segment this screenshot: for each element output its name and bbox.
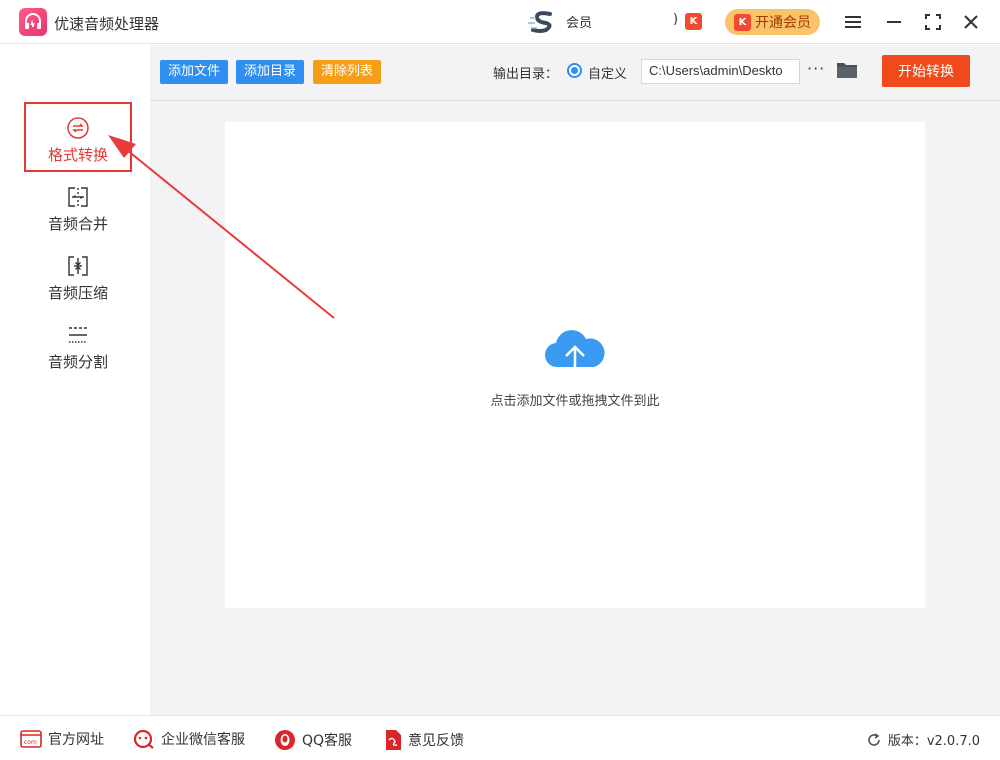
footer: com 官方网址 企业微信客服 QQ客服 意见反馈 版本：v2.0.7.0 bbox=[0, 715, 1000, 760]
add-folder-button[interactable]: 添加目录 bbox=[236, 60, 305, 84]
open-vip-label: 开通会员 bbox=[755, 15, 811, 31]
wechat-icon bbox=[133, 729, 154, 749]
feedback-link[interactable]: 意见反馈 bbox=[384, 729, 464, 751]
wechat-service-link[interactable]: 企业微信客服 bbox=[133, 729, 245, 749]
title-bar: 优速音频处理器 会员 ) K K 开通会员 bbox=[0, 0, 1000, 44]
custom-dir-label[interactable]: 自定义 bbox=[588, 63, 627, 82]
sidebar-item-audio-split[interactable]: 音频分割 bbox=[24, 323, 132, 393]
qq-icon bbox=[275, 730, 295, 750]
add-file-button[interactable]: 添加文件 bbox=[160, 60, 229, 84]
maximize-icon[interactable] bbox=[921, 10, 945, 34]
app-logo-icon bbox=[19, 8, 47, 36]
open-folder-icon[interactable] bbox=[836, 61, 858, 83]
toolbar: 添加文件 添加目录 清除列表 输出目录： 自定义 C:\Users\admin\… bbox=[150, 45, 1000, 101]
open-vip-button[interactable]: K 开通会员 bbox=[725, 9, 820, 35]
output-path-input[interactable]: C:\Users\admin\Deskto bbox=[641, 59, 800, 84]
refresh-icon bbox=[868, 732, 880, 746]
close-icon[interactable] bbox=[959, 10, 983, 34]
output-dir-label: 输出目录： bbox=[493, 67, 559, 82]
minimize-icon[interactable] bbox=[882, 10, 906, 34]
website-icon: com bbox=[20, 730, 42, 748]
sidebar-item-label: 音频分割 bbox=[47, 353, 108, 371]
clear-list-button[interactable]: 清除列表 bbox=[313, 60, 382, 84]
browse-more-button[interactable]: ··· bbox=[807, 59, 825, 78]
menu-icon[interactable] bbox=[841, 10, 865, 34]
cloud-upload-icon bbox=[544, 327, 606, 385]
promo-text[interactable]: 会员 bbox=[566, 12, 594, 31]
app-title: 优速音频处理器 bbox=[54, 15, 160, 33]
wechat-service-label: 企业微信客服 bbox=[161, 732, 245, 748]
drop-hint-text: 点击添加文件或拖拽文件到此 bbox=[490, 394, 660, 409]
promo-suffix: ) bbox=[673, 12, 679, 27]
custom-dir-radio[interactable] bbox=[567, 63, 582, 78]
vip-k-icon: K bbox=[734, 13, 751, 31]
split-icon bbox=[24, 323, 132, 347]
version-info[interactable]: 版本：v2.0.7.0 bbox=[866, 730, 980, 749]
promo-logo-icon[interactable] bbox=[528, 9, 558, 35]
annotation-arrow-icon bbox=[108, 135, 335, 319]
official-site-label: 官方网址 bbox=[48, 732, 104, 748]
official-site-link[interactable]: com 官方网址 bbox=[20, 729, 104, 749]
qq-service-label: QQ客服 bbox=[302, 733, 353, 749]
start-convert-button[interactable]: 开始转换 bbox=[882, 55, 970, 87]
feedback-label: 意见反馈 bbox=[408, 733, 464, 749]
version-label: 版本：v2.0.7.0 bbox=[887, 734, 980, 749]
svg-text:com: com bbox=[24, 739, 37, 746]
qq-service-link[interactable]: QQ客服 bbox=[274, 729, 352, 751]
vip-badge-icon[interactable]: K bbox=[685, 13, 702, 30]
feedback-icon bbox=[386, 730, 401, 750]
